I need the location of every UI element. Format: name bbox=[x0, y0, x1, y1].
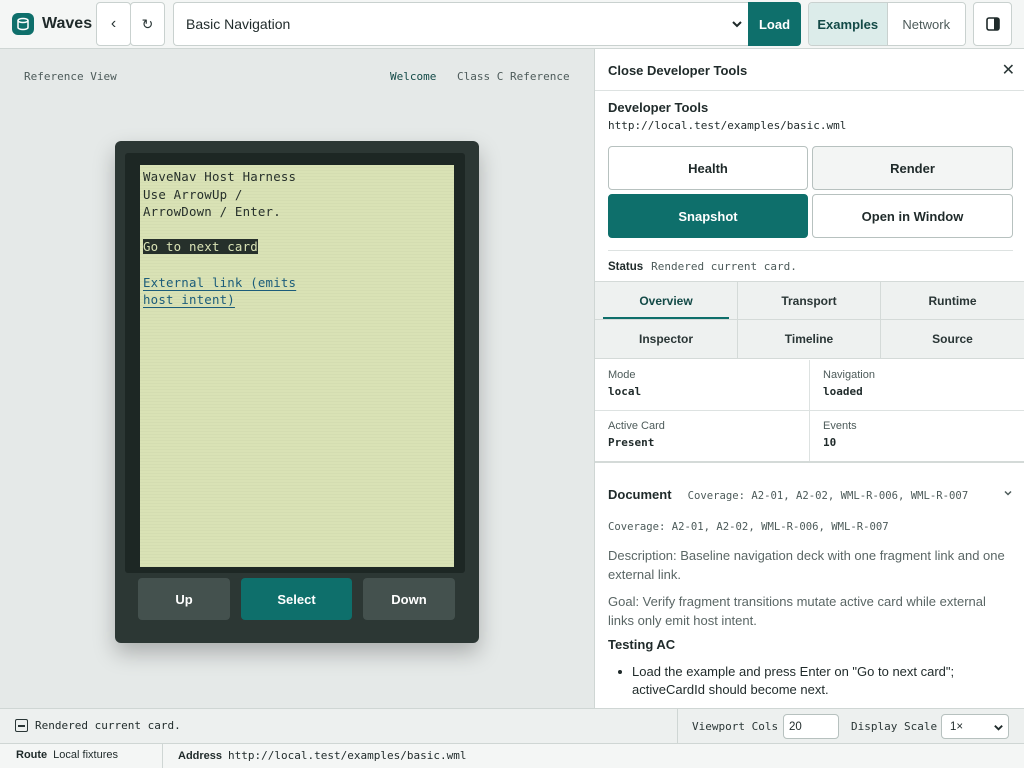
panel-toggle-icon bbox=[985, 17, 1000, 31]
health-button[interactable]: Health bbox=[608, 146, 808, 190]
devtools-tabs: Overview Transport Runtime Inspector Tim… bbox=[595, 281, 1024, 359]
down-button[interactable]: Down bbox=[363, 578, 455, 620]
next-card-link[interactable]: Go to next card bbox=[143, 239, 258, 255]
overview-grid: Mode local Navigation loaded Active Card… bbox=[595, 360, 1024, 462]
tab-welcome[interactable]: Welcome bbox=[390, 70, 436, 83]
screen-line bbox=[143, 256, 443, 274]
divider bbox=[162, 744, 163, 768]
info-value: loaded bbox=[823, 385, 863, 398]
top-toolbar: Waves ‹ ↻ Basic Navigation Load Examples… bbox=[0, 0, 1024, 49]
device-screen[interactable]: WaveNav Host Harness Use ArrowUp / Arrow… bbox=[140, 165, 454, 567]
status-value: Rendered current card. bbox=[651, 260, 797, 273]
info-cell-navigation: Navigation loaded bbox=[809, 360, 1024, 411]
chevron-down-icon bbox=[732, 21, 742, 28]
deck-select-value: Basic Navigation bbox=[186, 16, 291, 32]
back-button[interactable]: ‹ bbox=[96, 2, 131, 46]
tab-overview[interactable]: Overview bbox=[595, 281, 738, 320]
waves-logo-icon bbox=[12, 13, 34, 35]
info-label: Mode bbox=[608, 369, 636, 381]
reference-view: Reference View Welcome Class C Reference… bbox=[0, 49, 594, 708]
info-value: local bbox=[608, 385, 642, 398]
route-info: Route Local fixtures bbox=[16, 749, 118, 761]
info-label: Events bbox=[823, 420, 857, 432]
viewport-controls: Viewport Cols 20 Display Scale 1× bbox=[677, 709, 1024, 743]
display-scale-label: Display Scale bbox=[851, 720, 938, 733]
devtools-title: Developer Tools bbox=[608, 100, 709, 115]
chevron-down-icon bbox=[1004, 490, 1012, 496]
info-cell-mode: Mode local bbox=[595, 360, 809, 411]
screen-line: Use ArrowUp / bbox=[143, 186, 243, 202]
route-value: Local fixtures bbox=[53, 749, 118, 761]
viewport-cols-input[interactable]: 20 bbox=[783, 714, 839, 739]
route-label: Route bbox=[16, 749, 48, 761]
tab-source[interactable]: Source bbox=[881, 320, 1024, 359]
devtools-url: http://local.test/examples/basic.wml bbox=[608, 119, 847, 132]
address-value: http://local.test/examples/basic.wml bbox=[228, 749, 467, 762]
info-label: Active Card bbox=[608, 420, 665, 432]
tab-examples[interactable]: Examples bbox=[809, 3, 887, 45]
document-description: Description: Baseline navigation deck wi… bbox=[608, 548, 1005, 582]
address-label: Address bbox=[178, 750, 223, 762]
up-button[interactable]: Up bbox=[138, 578, 230, 620]
document-goal: Goal: Verify fragment transitions mutate… bbox=[608, 594, 986, 628]
screen-line: WaveNav Host Harness bbox=[143, 169, 297, 184]
testing-ac-item: Load the example and press Enter on "Go … bbox=[618, 663, 1017, 699]
load-button[interactable]: Load bbox=[748, 2, 801, 46]
info-cell-active-card: Active Card Present bbox=[595, 411, 809, 462]
snapshot-button[interactable]: Snapshot bbox=[608, 194, 808, 238]
info-value: 10 bbox=[823, 436, 837, 449]
testing-ac-title: Testing AC bbox=[608, 637, 676, 652]
render-button[interactable]: Render bbox=[812, 146, 1013, 190]
status-message: Rendered current card. bbox=[15, 719, 181, 732]
chevron-down-icon bbox=[994, 725, 1003, 731]
devtools-header: Close Developer Tools ✕ bbox=[595, 49, 1024, 91]
document-coverage-summary: Coverage: A2-01, A2-02, WML-R-006, WML-R… bbox=[687, 490, 969, 502]
tab-network[interactable]: Network bbox=[886, 3, 965, 45]
info-value: Present bbox=[608, 436, 655, 449]
document-coverage: Coverage: A2-01, A2-02, WML-R-006, WML-R… bbox=[608, 521, 889, 533]
external-link-continued[interactable]: host intent) bbox=[143, 292, 235, 307]
display-scale-value: 1× bbox=[950, 720, 964, 733]
tab-inspector[interactable]: Inspector bbox=[595, 320, 738, 359]
devtools-panel: Close Developer Tools ✕ Developer Tools … bbox=[594, 49, 1024, 708]
info-cell-events: Events 10 bbox=[809, 411, 1024, 462]
tab-timeline[interactable]: Timeline bbox=[738, 320, 881, 359]
footer: Route Local fixtures Address http://loca… bbox=[0, 743, 1024, 768]
close-icon[interactable]: ✕ bbox=[1002, 60, 1015, 80]
deck-select[interactable]: Basic Navigation bbox=[173, 2, 748, 46]
status-row: Status Rendered current card. bbox=[608, 250, 1013, 273]
tab-transport[interactable]: Transport bbox=[738, 281, 881, 320]
open-in-window-button[interactable]: Open in Window bbox=[812, 194, 1013, 238]
screen-content: WaveNav Host Harness Use ArrowUp / Arrow… bbox=[143, 168, 443, 309]
status-bar: Rendered current card. Viewport Cols 20 … bbox=[0, 708, 1024, 743]
mode-tabs: Examples Network bbox=[808, 2, 966, 46]
brand: Waves bbox=[12, 12, 92, 36]
screen-line bbox=[143, 221, 443, 239]
reference-view-label: Reference View bbox=[24, 70, 117, 83]
document-title: Document bbox=[608, 487, 672, 502]
display-scale-select[interactable]: 1× bbox=[941, 714, 1009, 739]
address-info: Address http://local.test/examples/basic… bbox=[178, 749, 466, 762]
app-name: Waves bbox=[42, 15, 93, 32]
toggle-devtools-button[interactable] bbox=[973, 2, 1012, 46]
info-label: Navigation bbox=[823, 369, 875, 381]
document-section-toggle[interactable]: Document Coverage: A2-01, A2-02, WML-R-0… bbox=[608, 487, 1013, 502]
divider bbox=[595, 461, 1024, 463]
reload-button[interactable]: ↻ bbox=[130, 2, 165, 46]
status-label: Status bbox=[608, 261, 644, 273]
collapse-icon[interactable] bbox=[15, 719, 28, 732]
tab-runtime[interactable]: Runtime bbox=[881, 281, 1024, 320]
external-link[interactable]: External link (emits bbox=[143, 275, 296, 290]
screen-bezel: WaveNav Host Harness Use ArrowUp / Arrow… bbox=[125, 153, 465, 573]
select-button[interactable]: Select bbox=[241, 578, 352, 620]
viewport-cols-label: Viewport Cols bbox=[692, 720, 779, 733]
screen-line: ArrowDown / Enter. bbox=[143, 204, 281, 220]
status-message-text: Rendered current card. bbox=[35, 719, 181, 732]
tab-class-c-reference[interactable]: Class C Reference bbox=[457, 70, 570, 83]
device-emulator: WaveNav Host Harness Use ArrowUp / Arrow… bbox=[115, 141, 479, 643]
close-devtools-label: Close Developer Tools bbox=[608, 63, 748, 78]
